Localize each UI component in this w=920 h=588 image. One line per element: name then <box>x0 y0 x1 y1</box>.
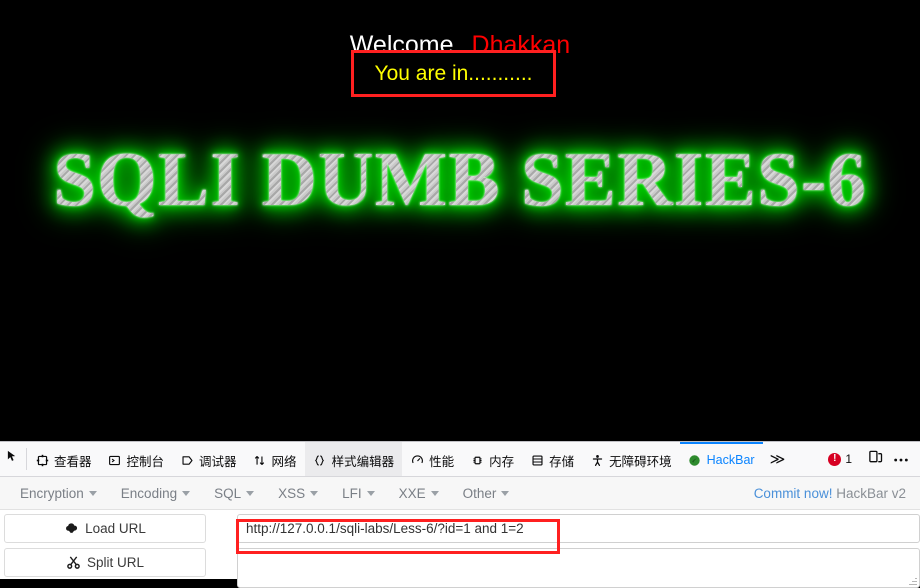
hb-menu-label: XXE <box>398 485 426 501</box>
textarea-resize-handle[interactable] <box>908 577 917 586</box>
tab-accessibility[interactable]: 无障碍环境 <box>582 442 680 476</box>
tab-console[interactable]: 控制台 <box>100 442 173 476</box>
hb-menu-encryption[interactable]: Encryption <box>8 486 109 501</box>
hb-menu-label: Encoding <box>120 485 178 501</box>
web-page-content: Welcome Dhakkan You are in........... SQL… <box>0 0 920 441</box>
tab-label: 查看器 <box>54 454 92 469</box>
tab-label: 样式编辑器 <box>331 454 395 469</box>
hb-menu-label: Encryption <box>20 485 84 501</box>
accessibility-icon <box>590 453 604 467</box>
error-icon: ! <box>828 452 842 466</box>
chevron-down-icon <box>366 490 375 496</box>
style-editor-icon <box>313 453 327 467</box>
hb-menu-label: XSS <box>278 485 306 501</box>
tab-label: 内存 <box>489 454 515 469</box>
hb-menu-label: LFI <box>342 485 362 501</box>
load-url-button[interactable]: Load URL <box>4 514 206 543</box>
chevron-down-icon <box>501 490 510 496</box>
tab-label: 无障碍环境 <box>609 454 672 469</box>
hackbar-icon <box>688 453 702 467</box>
hb-menu-other[interactable]: Other <box>451 486 522 501</box>
tab-hackbar[interactable]: HackBar <box>679 442 763 476</box>
split-url-button[interactable]: Split URL <box>4 548 206 577</box>
console-icon <box>108 453 122 467</box>
tab-label: 存储 <box>549 454 575 469</box>
responsive-design-mode-icon <box>868 449 883 469</box>
tab-label: 网络 <box>271 454 297 469</box>
memory-icon <box>470 453 484 467</box>
more-options-icon <box>893 450 909 468</box>
scissors-icon <box>66 555 81 570</box>
hb-menu-xss[interactable]: XSS <box>266 486 330 501</box>
element-picker-icon <box>6 449 21 469</box>
tab-memory[interactable]: 内存 <box>462 442 522 476</box>
performance-icon <box>410 453 424 467</box>
devtools-panel: 查看器 控制台 调试器 网络 样式编辑器 性能 内存 存储 无障碍环境 Hack… <box>0 441 920 588</box>
url-input[interactable]: http://127.0.0.1/sqli-labs/Less-6/?id=1 … <box>237 514 920 543</box>
responsive-design-mode-button[interactable] <box>862 446 888 472</box>
tab-label: 性能 <box>429 454 455 469</box>
hb-menu-label: SQL <box>214 485 242 501</box>
devtools-tab-list: 查看器 控制台 调试器 网络 样式编辑器 性能 内存 存储 无障碍环境 Hack… <box>27 442 819 476</box>
hb-menu-label: Other <box>462 485 497 501</box>
storage-icon <box>530 453 544 467</box>
tab-storage[interactable]: 存储 <box>522 442 582 476</box>
tab-label: 调试器 <box>199 454 237 469</box>
load-url-label: Load URL <box>85 521 146 536</box>
network-icon <box>253 453 267 467</box>
devtools-settings-menu-button[interactable] <box>888 446 914 472</box>
hackbar-body: Load URL Split URL http://127.0.0.1/sqli… <box>0 510 920 588</box>
element-picker-button[interactable] <box>0 442 26 476</box>
tab-debugger[interactable]: 调试器 <box>172 442 245 476</box>
devtools-overflow-button[interactable]: ≫ <box>763 442 793 476</box>
query-result-text: You are in........... <box>374 61 533 85</box>
tab-label: 控制台 <box>126 454 165 469</box>
devtools-toolbar: 查看器 控制台 调试器 网络 样式编辑器 性能 内存 存储 无障碍环境 Hack… <box>0 442 920 477</box>
inspector-icon <box>35 453 49 467</box>
tab-style-editor[interactable]: 样式编辑器 <box>304 442 403 476</box>
tab-inspector[interactable]: 查看器 <box>27 442 100 476</box>
tab-label: HackBar <box>706 453 755 467</box>
error-count-badge[interactable]: ! 1 <box>819 452 861 466</box>
hackbar-menubar: Encryption Encoding SQL XSS LFI XXE Othe… <box>0 477 920 510</box>
hackbar-brand: Commit now! HackBar v2 <box>754 486 912 501</box>
tab-network[interactable]: 网络 <box>245 442 305 476</box>
chevron-down-icon <box>246 490 255 496</box>
hackbar-action-buttons: Load URL Split URL <box>4 514 206 582</box>
chevron-double-right-icon: ≫ <box>769 451 786 468</box>
devtools-toolbar-right: ! 1 <box>819 442 920 476</box>
hb-menu-lfi[interactable]: LFI <box>330 486 387 501</box>
chevron-down-icon <box>182 490 191 496</box>
cloud-download-icon <box>64 521 79 536</box>
hackbar-version-label: HackBar v2 <box>836 485 906 501</box>
chevron-down-icon <box>88 490 97 496</box>
chevron-down-icon <box>430 490 439 496</box>
query-result-box: You are in........... <box>351 50 556 97</box>
split-url-label: Split URL <box>86 555 145 570</box>
commit-now-link[interactable]: Commit now! <box>754 486 833 501</box>
hb-menu-sql[interactable]: SQL <box>202 486 266 501</box>
error-count-label: 1 <box>845 452 852 466</box>
post-data-textarea[interactable] <box>237 548 920 588</box>
debugger-icon <box>180 453 194 467</box>
page-title: SQLI DUMB SERIES-6 <box>0 133 920 225</box>
hb-menu-xxe[interactable]: XXE <box>387 486 451 501</box>
chevron-down-icon <box>310 490 319 496</box>
hb-menu-encoding[interactable]: Encoding <box>109 486 202 501</box>
tab-performance[interactable]: 性能 <box>402 442 462 476</box>
